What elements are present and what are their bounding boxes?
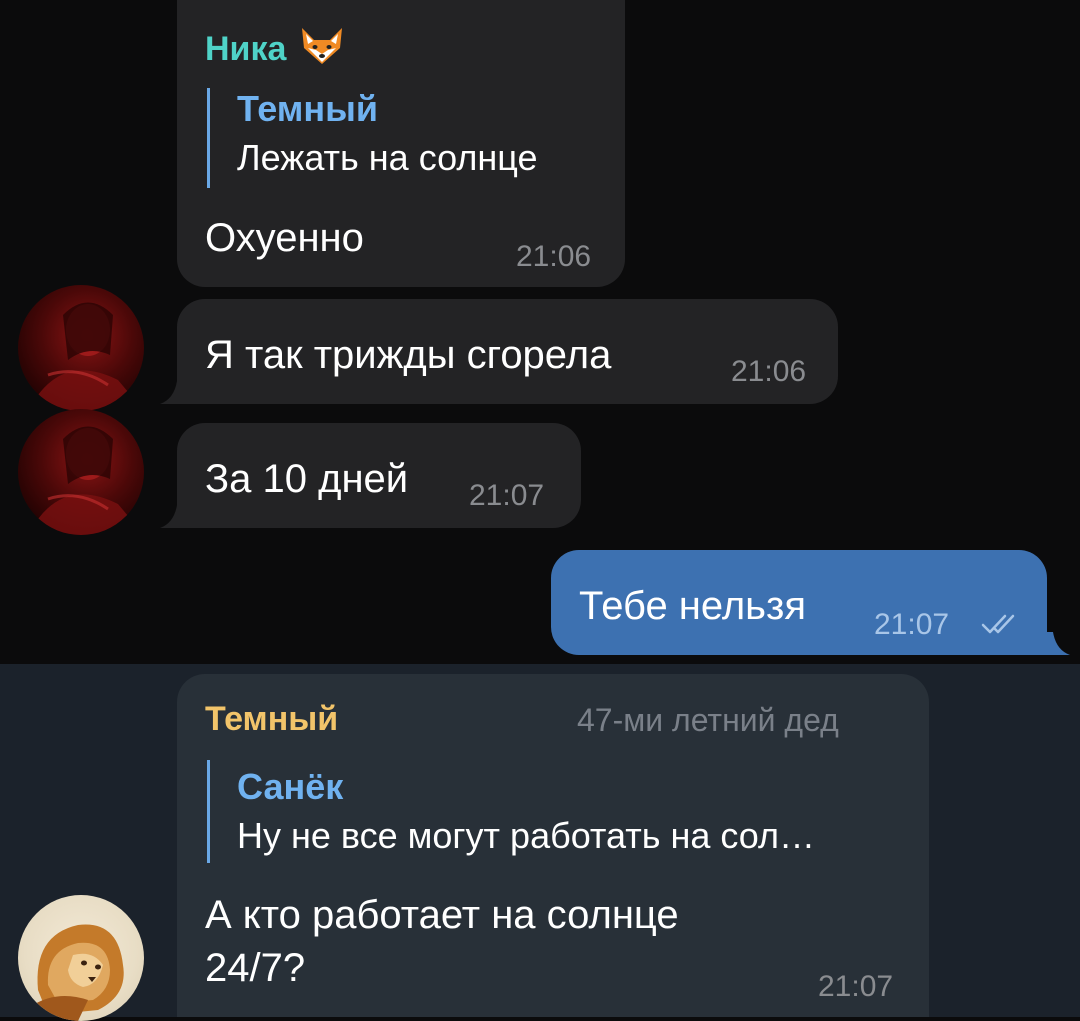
message-time: 21:06 [731,355,807,388]
fox-face-emoji-icon [298,26,346,75]
message-text-line1: А кто работает на солнце [205,893,679,937]
user-avatar[interactable] [18,285,144,411]
bubble-tail [160,381,184,404]
message-text-line2: 24/7? [205,946,306,990]
message-time: 21:07 [874,608,950,641]
message-bubble-temny[interactable]: Темный 47-ми летний дед Санёк Ну не все … [177,674,929,1017]
avatar-portrait-icon [18,426,144,535]
double-check-icon [981,614,1015,634]
message-bubble-nika[interactable]: Ника Темный Лежать на солнце Охуенно 21:… [177,0,625,287]
bubble-tail [160,505,184,528]
sender-name[interactable]: Темный [205,700,338,739]
message-bubble[interactable]: За 10 дней 21:07 [177,423,581,528]
admin-title: 47-ми летний дед [577,702,839,738]
message-text: Охуенно [205,216,364,260]
sender-name[interactable]: Ника [205,26,346,75]
message-text: За 10 дней [205,457,409,501]
message-time: 21:07 [469,479,545,512]
message-time: 21:07 [818,970,894,1003]
avatar-portrait-icon [18,302,144,411]
message-bubble[interactable]: Я так трижды сгорела 21:06 [177,299,838,404]
message-text: Тебе нельзя [579,584,806,628]
reply-author: Санёк [237,766,344,807]
user-avatar[interactable] [18,895,144,1021]
reply-text: Ну не все могут работать на сол… [237,815,816,856]
outgoing-message-bubble[interactable]: Тебе нельзя 21:07 [551,550,1047,655]
message-text: Я так трижды сгорела [205,333,612,377]
lion-avatar-icon [28,924,124,1021]
bubble-tail [1046,632,1070,655]
reply-quote[interactable]: Темный Лежать на солнце [207,88,537,188]
reply-text: Лежать на солнце [237,137,538,178]
message-time: 21:06 [516,240,592,273]
sender-name-text[interactable]: Ника [205,30,286,68]
user-avatar[interactable] [18,409,144,535]
reply-quote[interactable]: Санёк Ну не все могут работать на сол… [207,760,815,863]
reply-author: Темный [237,88,378,129]
